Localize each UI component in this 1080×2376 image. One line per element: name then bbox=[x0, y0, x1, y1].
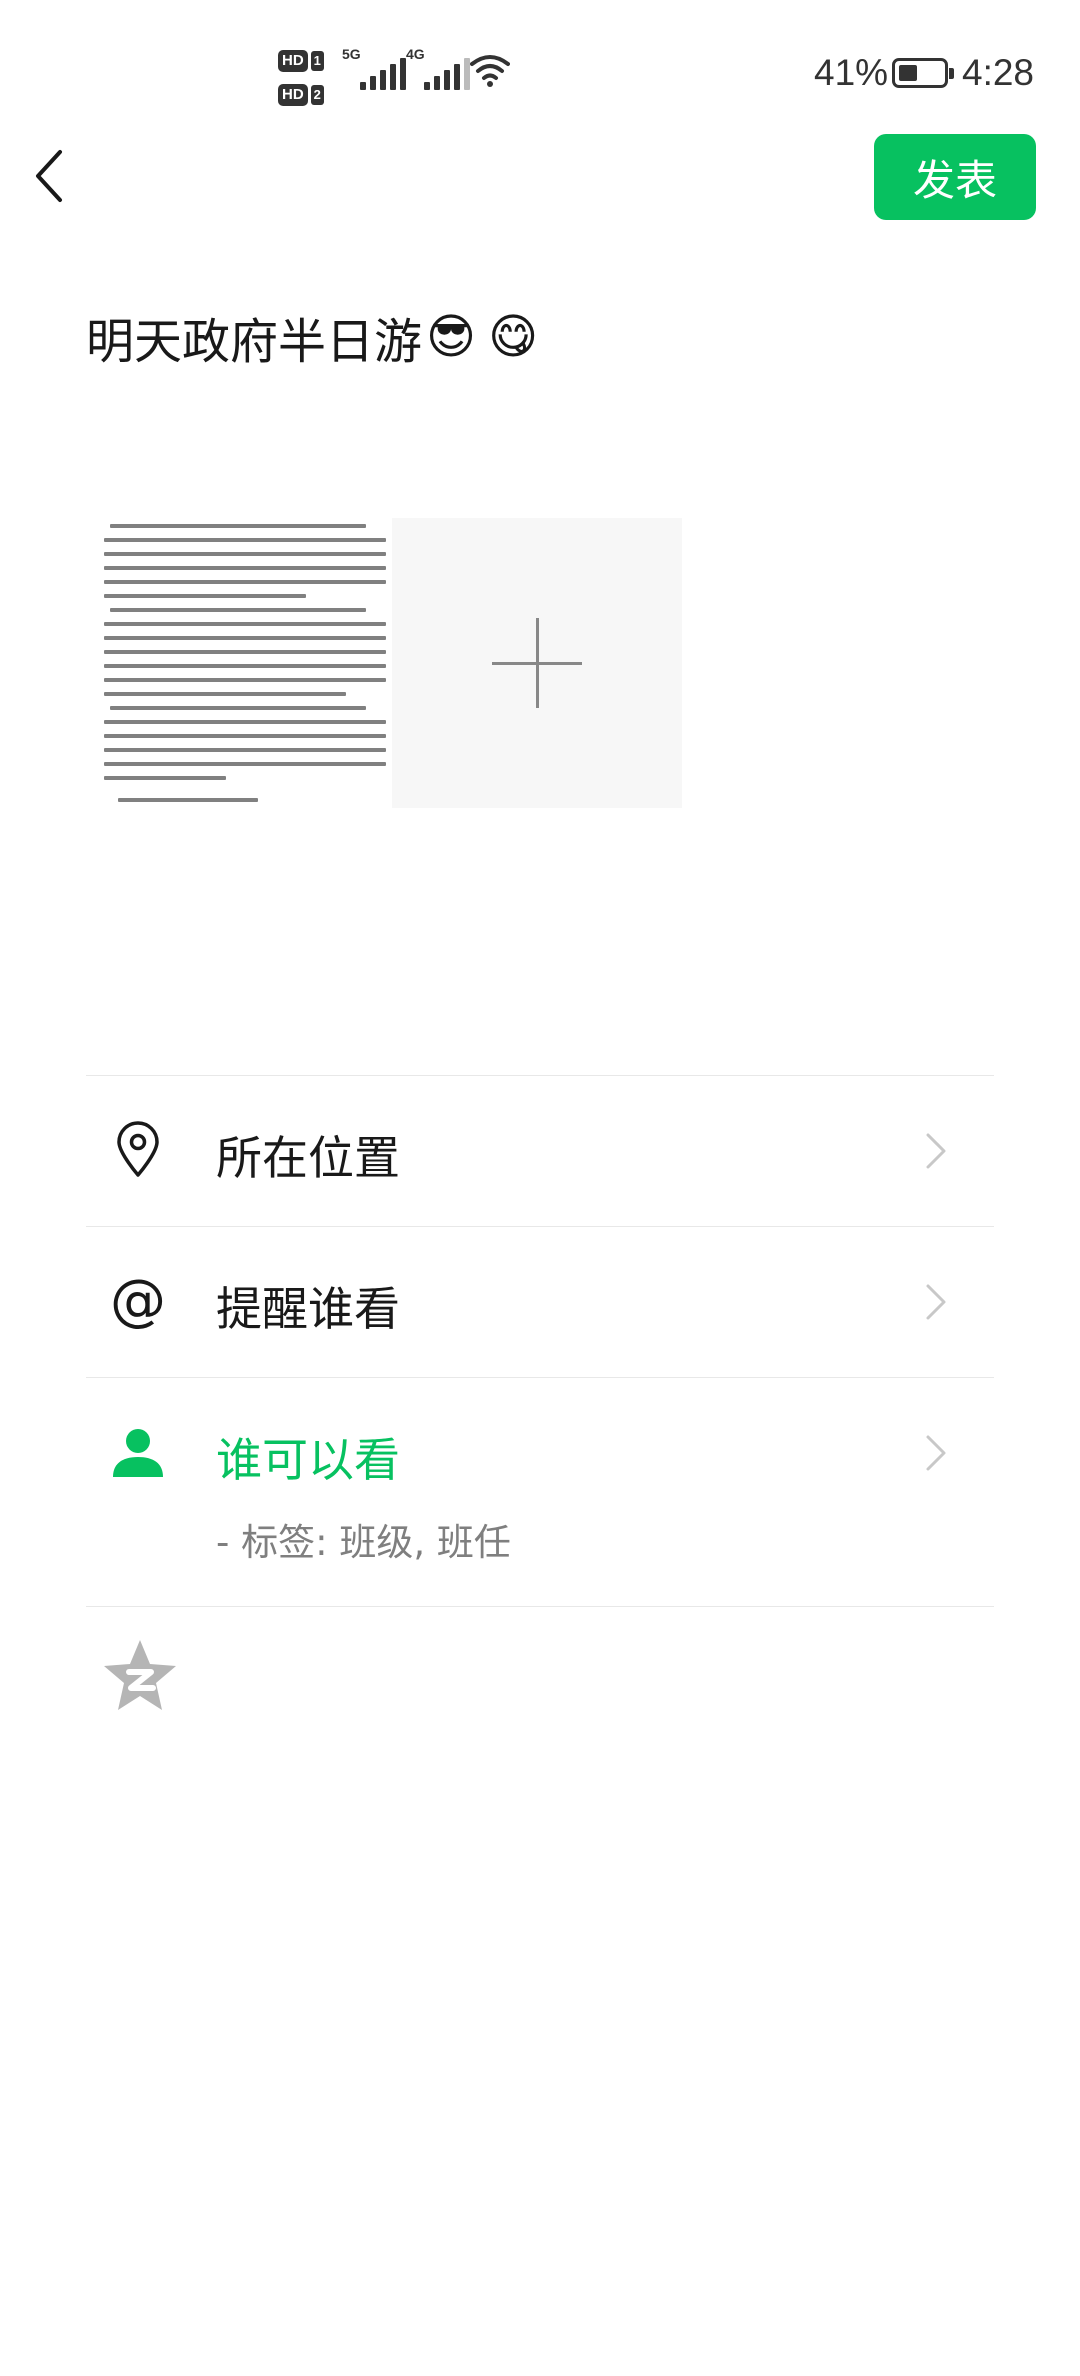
status-bar: HD 1 HD 2 5G 4G 41% 4:28 bbox=[0, 0, 1080, 150]
chevron-right-icon bbox=[926, 1284, 946, 1320]
document-text-line bbox=[110, 608, 366, 612]
post-text-input[interactable]: 明天政府半日游 😎 😋 bbox=[86, 302, 538, 372]
location-row[interactable]: 所在位置 bbox=[86, 1076, 994, 1226]
document-text-line bbox=[104, 566, 386, 570]
document-text-line bbox=[104, 636, 386, 640]
document-text-line bbox=[104, 678, 386, 682]
location-pin-icon bbox=[110, 1120, 166, 1180]
add-image-button[interactable] bbox=[392, 518, 682, 808]
document-text-line bbox=[104, 720, 386, 724]
person-icon bbox=[110, 1422, 166, 1482]
publish-button[interactable]: 发表 bbox=[874, 134, 1036, 220]
document-text-line bbox=[110, 524, 366, 528]
chevron-right-icon bbox=[926, 1133, 946, 1169]
document-text-line bbox=[104, 650, 386, 654]
document-text-line bbox=[104, 552, 386, 556]
sim-indicators: HD 1 HD 2 bbox=[278, 44, 334, 112]
clock: 4:28 bbox=[962, 52, 1035, 93]
yum-emoji: 😋 bbox=[488, 309, 539, 365]
sunglasses-emoji: 😎 bbox=[426, 309, 477, 365]
document-text-line bbox=[104, 594, 306, 598]
qzone-star-icon bbox=[104, 1640, 176, 1710]
mention-label: 提醒谁看 bbox=[216, 1282, 400, 1336]
visibility-label: 谁可以看 bbox=[216, 1433, 400, 1487]
qzone-button[interactable] bbox=[100, 1636, 180, 1716]
hd-badge: HD bbox=[278, 50, 308, 72]
sim-number: 2 bbox=[310, 85, 324, 105]
sim-number: 1 bbox=[310, 51, 324, 71]
document-text-line bbox=[104, 664, 386, 668]
document-text-line bbox=[104, 538, 386, 542]
location-label: 所在位置 bbox=[216, 1131, 400, 1185]
divider bbox=[86, 1606, 994, 1607]
chevron-right-icon bbox=[926, 1435, 946, 1471]
document-text-line bbox=[104, 580, 386, 584]
at-icon: @ bbox=[110, 1268, 166, 1333]
document-text-line bbox=[104, 776, 226, 780]
back-button[interactable] bbox=[30, 146, 76, 206]
visibility-tags: - 标签: 班级, 班任 bbox=[216, 1521, 511, 1564]
wifi-icon bbox=[470, 55, 510, 87]
document-text-line bbox=[104, 734, 386, 738]
document-text-line bbox=[104, 748, 386, 752]
document-text-line bbox=[110, 706, 366, 710]
document-text-line bbox=[104, 622, 386, 626]
battery-percent: 41% bbox=[814, 52, 889, 93]
battery-icon bbox=[892, 58, 954, 88]
chevron-left-icon bbox=[36, 150, 62, 202]
mention-row[interactable]: @ 提醒谁看 bbox=[86, 1227, 994, 1377]
document-text-line bbox=[118, 798, 258, 802]
visibility-row[interactable]: 谁可以看 - 标签: 班级, 班任 bbox=[86, 1378, 994, 1606]
hd-badge: HD bbox=[278, 84, 308, 106]
post-text: 明天政府半日游 bbox=[86, 314, 423, 370]
document-text-line bbox=[104, 762, 386, 766]
attached-image-thumbnail[interactable] bbox=[100, 518, 390, 808]
document-text-line bbox=[104, 692, 346, 696]
